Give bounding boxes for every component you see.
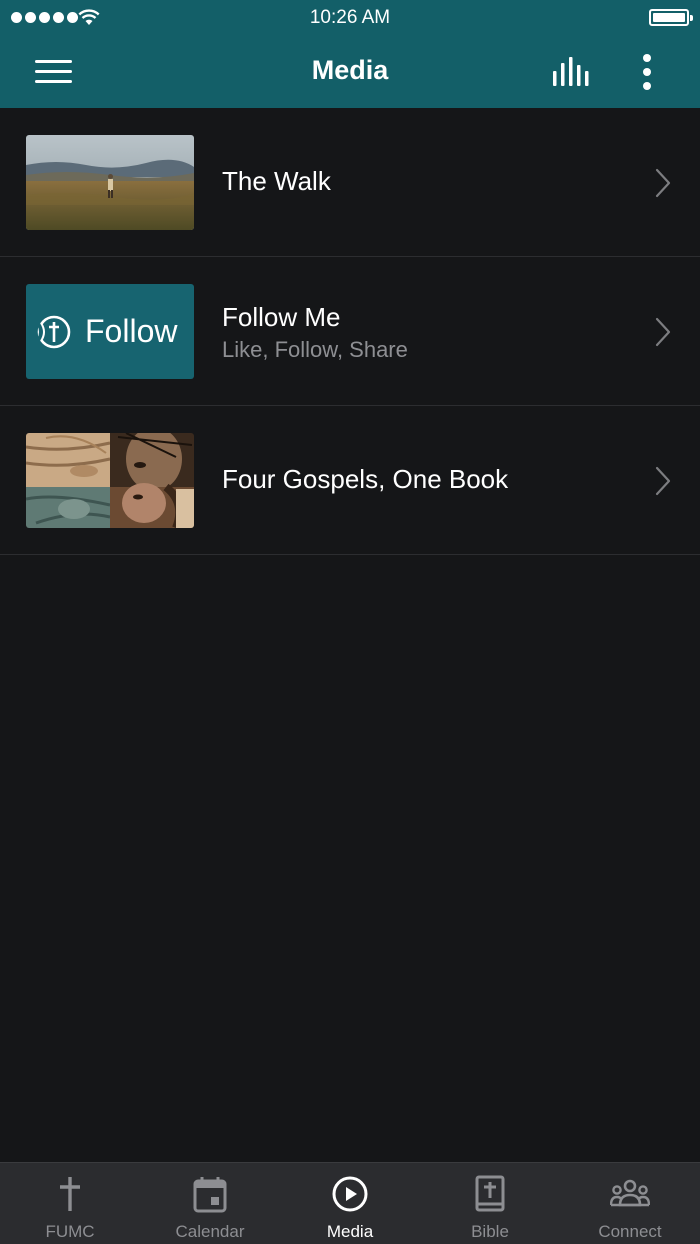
media-item-follow-me[interactable]: Follow Follow Me Like, Follow, Share	[0, 257, 700, 406]
chevron-right-icon	[655, 168, 671, 198]
media-item-subtitle: Like, Follow, Share	[222, 337, 408, 362]
tab-label: Media	[326, 1222, 374, 1241]
chevron-right-icon	[655, 466, 671, 496]
tab-connect[interactable]: Connect	[560, 1163, 700, 1244]
play-circle-icon	[332, 1176, 368, 1212]
the-walk-thumbnail	[26, 135, 194, 230]
bible-icon	[475, 1175, 505, 1212]
church-logo-icon	[37, 315, 71, 349]
tab-bar: FUMC Calendar Media Bible Connect	[0, 1162, 700, 1244]
four-gospels-thumbnail	[26, 433, 194, 528]
battery-icon	[649, 9, 693, 26]
media-list: The Walk Follow Follow Me Like, Follow, …	[0, 108, 700, 555]
tab-media[interactable]: Media	[280, 1163, 420, 1244]
follow-thumbnail-text: Follow	[85, 313, 178, 349]
tab-label: Calendar	[175, 1222, 245, 1241]
calendar-icon	[193, 1177, 227, 1213]
tab-label: Bible	[471, 1222, 509, 1241]
media-item-title: Four Gospels, One Book	[222, 464, 509, 494]
media-item-the-walk[interactable]: The Walk	[0, 108, 700, 257]
vertical-ellipsis-icon[interactable]	[630, 50, 664, 94]
tab-label: Connect	[598, 1222, 662, 1241]
people-group-icon	[610, 1179, 650, 1207]
tab-calendar[interactable]: Calendar	[140, 1163, 280, 1244]
status-bar: 10:26 AM	[0, 0, 700, 36]
follow-me-thumbnail: Follow	[26, 284, 194, 379]
media-item-title: Follow Me	[222, 302, 341, 332]
cross-icon	[60, 1177, 80, 1211]
tab-bible[interactable]: Bible	[420, 1163, 560, 1244]
nav-bar: Media	[0, 36, 700, 108]
status-time: 10:26 AM	[309, 7, 391, 28]
tab-label: FUMC	[45, 1222, 95, 1241]
media-item-four-gospels[interactable]: Four Gospels, One Book	[0, 406, 700, 555]
chevron-right-icon	[655, 317, 671, 347]
audio-bars-icon[interactable]	[548, 54, 596, 90]
media-item-title: The Walk	[222, 166, 331, 196]
tab-fumc[interactable]: FUMC	[0, 1163, 140, 1244]
